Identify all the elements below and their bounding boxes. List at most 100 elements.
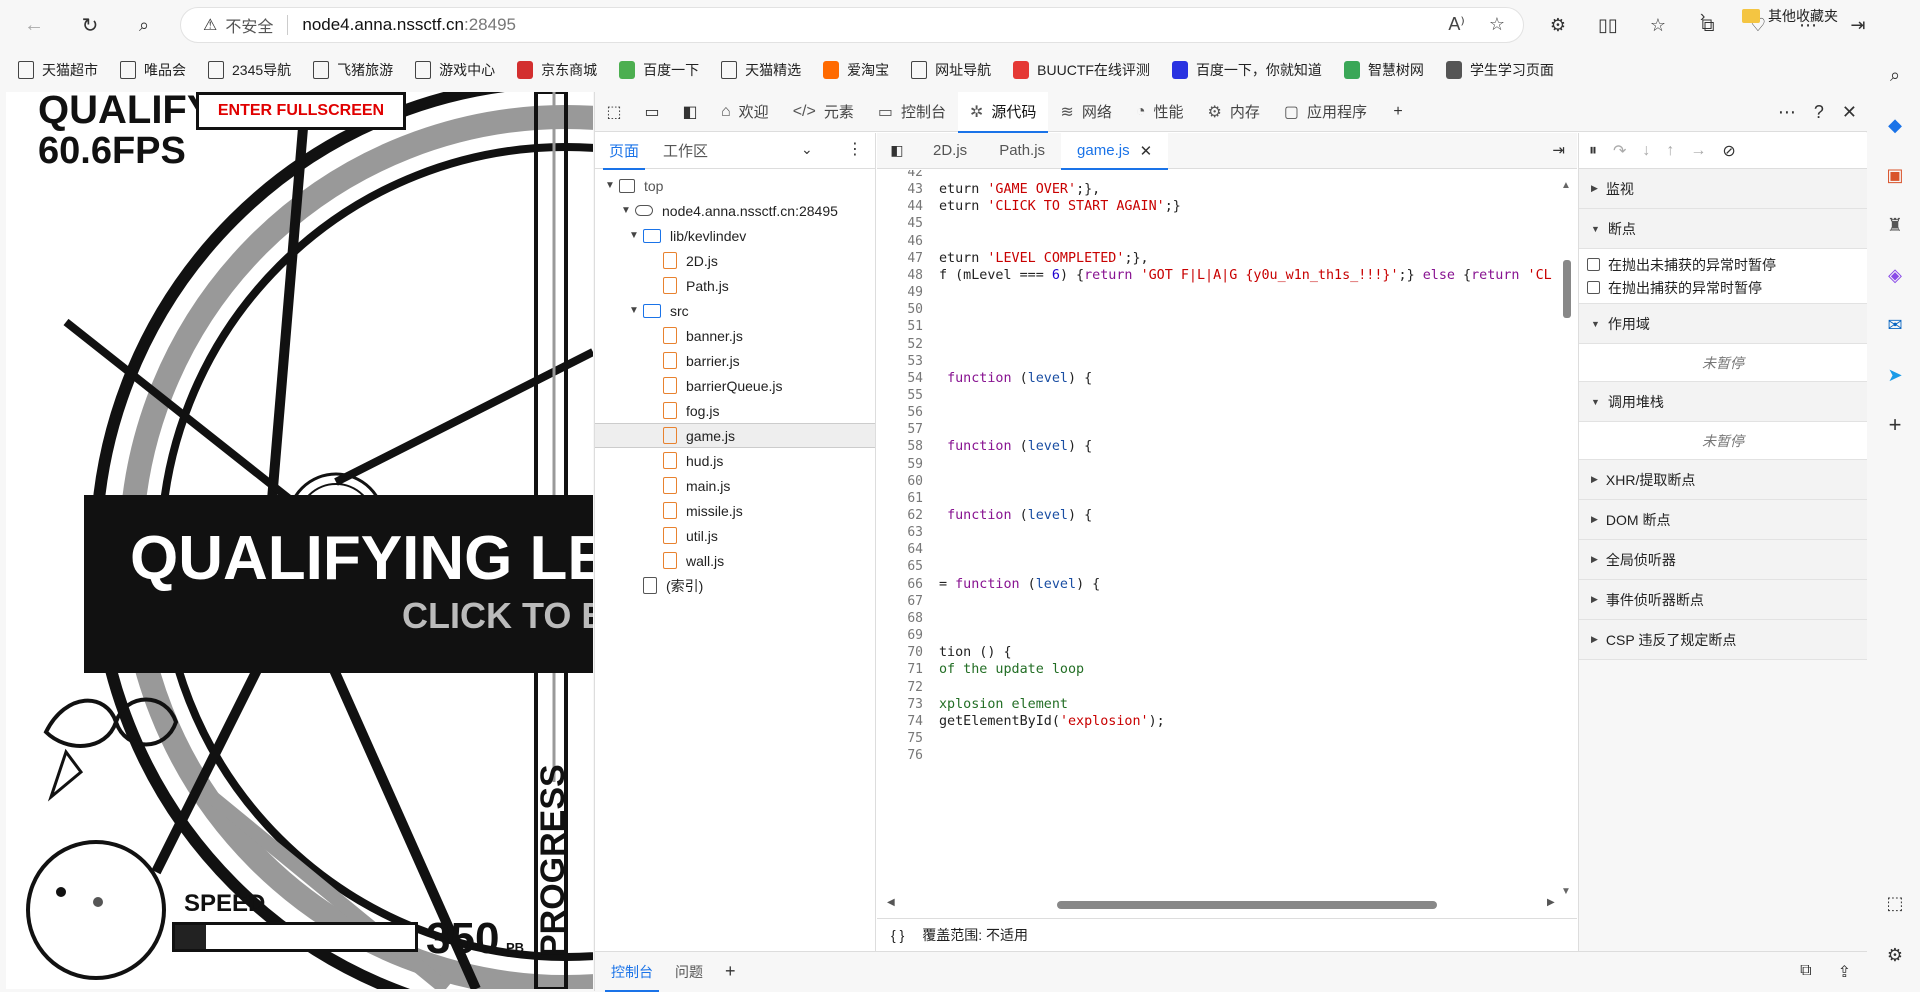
pause-uncaught-checkbox[interactable]: 在抛出未捕获的异常时暂停 [1579, 253, 1867, 276]
sidebar-games-icon[interactable]: ♜ [1880, 210, 1910, 240]
line-number[interactable]: 63 [877, 525, 923, 540]
drawer-tab-console[interactable]: 控制台 [605, 952, 659, 992]
pretty-print-button[interactable]: { } [891, 927, 904, 943]
bookmark-item[interactable]: 天猫超市 [18, 60, 98, 80]
editor-tab[interactable]: Path.js [983, 133, 1061, 169]
line-number[interactable]: 52 [877, 337, 923, 352]
line-number[interactable]: 49 [877, 285, 923, 300]
tree-file[interactable]: Path.js [595, 273, 875, 298]
sidebar-settings-icon[interactable]: ⚙ [1880, 940, 1910, 970]
more-options-icon[interactable]: ⋮ [847, 139, 863, 159]
line-number[interactable]: 55 [877, 388, 923, 403]
devtools-tab[interactable]: ◔ 性能 [1124, 92, 1196, 132]
tree-file[interactable]: game.js [595, 423, 875, 448]
section-event-listener-breakpoints[interactable]: ▶ 事件侦听器断点 [1579, 580, 1867, 620]
tab-workspace[interactable]: 工作区 [663, 133, 708, 169]
devtools-tab[interactable]: </> 元素 [781, 92, 866, 132]
tree-expand-icon[interactable]: ▼ [621, 205, 635, 216]
close-devtools-icon[interactable]: ✕ [1842, 102, 1857, 123]
expand-drawer-icon[interactable]: ⇪ [1838, 962, 1851, 982]
line-number[interactable]: 68 [877, 611, 923, 626]
section-call-stack[interactable]: ▼ 调用堆栈 [1579, 382, 1867, 422]
favorites-icon[interactable]: ☆ [1640, 7, 1676, 43]
bookmark-item[interactable]: 爱淘宝 [823, 60, 889, 80]
line-number[interactable]: 73 [877, 697, 923, 712]
bookmark-item[interactable]: 智慧树网 [1343, 60, 1424, 80]
tree-file[interactable]: missile.js [595, 498, 875, 523]
undock-drawer-icon[interactable]: ⧉ [1800, 962, 1811, 982]
level-banner[interactable]: QUALIFYING LEV CLICK TO B [84, 495, 593, 673]
bookmark-item[interactable]: 百度一下，你就知道 [1171, 60, 1322, 80]
tree-expand-icon[interactable]: ▼ [605, 180, 619, 191]
line-number[interactable]: 75 [877, 731, 923, 746]
scroll-up-icon[interactable]: ▲ [1561, 180, 1571, 191]
bookmark-item[interactable]: 京东商城 [517, 60, 597, 80]
url-host[interactable]: node4.anna.nssctf.cn [302, 15, 464, 35]
line-number[interactable]: 71 [877, 662, 923, 677]
tree-file[interactable]: main.js [595, 473, 875, 498]
tree-expand-icon[interactable]: ▼ [629, 230, 643, 241]
devtools-tab[interactable]: ▢ 应用程序 [1272, 92, 1379, 132]
devtools-tab[interactable]: ▭ 控制台 [866, 92, 958, 132]
tree-file[interactable]: hud.js [595, 448, 875, 473]
help-icon[interactable]: ? [1814, 102, 1824, 123]
tree-file[interactable]: util.js [595, 523, 875, 548]
line-number[interactable]: 43 [877, 182, 923, 197]
line-number[interactable]: 66 [877, 577, 923, 592]
line-number[interactable]: 56 [877, 405, 923, 420]
tree-folder[interactable]: ▼ top [595, 173, 875, 198]
sidebar-toggle-icon[interactable]: ⇥ [1840, 7, 1876, 43]
pause-icon[interactable]: ⏸ [1589, 142, 1597, 160]
line-number[interactable]: 62 [877, 508, 923, 523]
sidebar-tools-icon[interactable]: ▣ [1880, 160, 1910, 190]
inspect-element-icon[interactable]: ⬚ [595, 92, 633, 132]
url-port[interactable]: :28495 [464, 15, 516, 35]
tree-folder[interactable]: ▼ src [595, 298, 875, 323]
sidebar-shopping-icon[interactable]: ◆ [1880, 110, 1910, 140]
bookmark-item[interactable]: 唯品会 [120, 60, 186, 80]
line-number[interactable]: 44 [877, 199, 923, 214]
toggle-navigator-icon[interactable]: ◧ [877, 133, 917, 169]
line-number[interactable]: 65 [877, 559, 923, 574]
section-scope[interactable]: ▼ 作用域 [1579, 304, 1867, 344]
bookmarks-overflow-icon[interactable]: › [1700, 8, 1705, 26]
bookmark-item[interactable]: 百度一下 [619, 60, 699, 80]
add-drawer-tab-icon[interactable]: + [725, 961, 736, 982]
refresh-icon[interactable]: ↻ [72, 7, 108, 43]
game-canvas[interactable]: QUALIFY 60.6FPS ENTER FULLSCREEN QUALIFY… [6, 92, 593, 989]
line-number[interactable]: 60 [877, 474, 923, 489]
line-number[interactable]: 59 [877, 457, 923, 472]
scroll-down-icon[interactable]: ▼ [1561, 886, 1571, 897]
devtools-tab[interactable]: ⌂ 欢迎 [709, 92, 781, 132]
read-aloud-icon[interactable]: A⁾ [1448, 14, 1464, 35]
chevron-down-icon[interactable]: ⌄ [801, 141, 813, 158]
bookmark-item[interactable]: 学生学习页面 [1445, 60, 1554, 80]
step-out-icon[interactable]: ↑ [1666, 142, 1674, 160]
tree-folder[interactable]: (索引) [595, 573, 875, 598]
add-tab-icon[interactable]: + [1379, 92, 1417, 132]
devtools-tab[interactable]: ⚙ 内存 [1196, 92, 1272, 132]
tree-file[interactable]: wall.js [595, 548, 875, 573]
sidebar-copilot-icon[interactable]: ◈ [1880, 260, 1910, 290]
bookmark-item[interactable]: 飞猪旅游 [313, 60, 393, 80]
scroll-right-icon[interactable]: ▶ [1547, 897, 1555, 908]
collections-icon[interactable]: ⧉ [1690, 7, 1726, 43]
checkbox-icon[interactable] [1587, 258, 1600, 271]
section-xhr-breakpoints[interactable]: ▶ XHR/提取断点 [1579, 460, 1867, 500]
step-into-icon[interactable]: ↓ [1642, 142, 1650, 160]
pause-caught-checkbox[interactable]: 在抛出捕获的异常时暂停 [1579, 276, 1867, 299]
bookmark-item[interactable]: 网址导航 [911, 60, 991, 80]
favorite-star-icon[interactable]: ☆ [1489, 14, 1505, 35]
bookmark-item[interactable]: 2345导航 [208, 60, 291, 80]
line-number[interactable]: 53 [877, 354, 923, 369]
vertical-scrollbar[interactable]: ▲ ▼ [1561, 180, 1571, 900]
code-view[interactable]: 42 43 eturn 'GAME OVER';}, 44 eturn 'CLICK T… [877, 170, 1577, 898]
line-number[interactable]: 74 [877, 714, 923, 729]
editor-tab[interactable]: 2D.js [917, 133, 983, 169]
bookmark-item[interactable]: 游戏中心 [415, 60, 495, 80]
bookmark-item[interactable]: BUUCTF在线评测 [1013, 60, 1150, 80]
bookmark-item[interactable]: 天猫精选 [721, 60, 801, 80]
close-tab-icon[interactable]: ✕ [1140, 142, 1153, 160]
search-icon[interactable]: ⌕ [126, 7, 162, 43]
bookmarks-folder-other[interactable]: 其他收藏夹 [1742, 6, 1838, 26]
